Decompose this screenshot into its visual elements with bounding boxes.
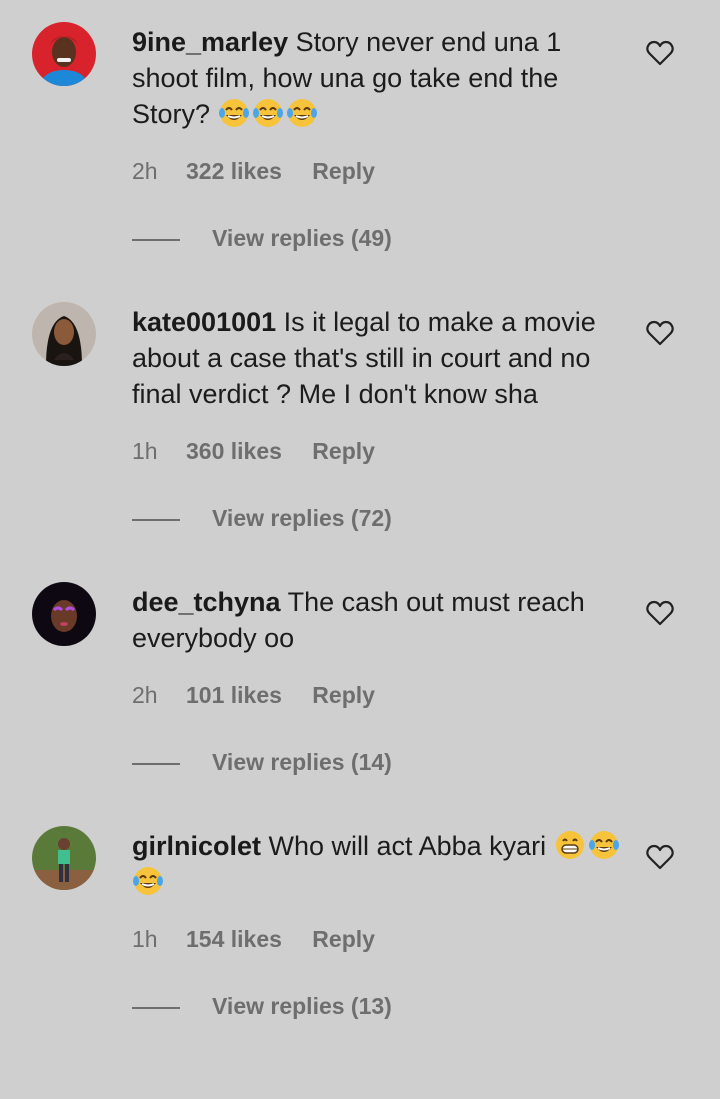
- comment-likes[interactable]: 322 likes: [186, 158, 282, 185]
- comment-username[interactable]: girlnicolet: [132, 831, 261, 861]
- divider-line: [132, 518, 180, 521]
- like-heart-icon[interactable]: [646, 844, 674, 870]
- avatar-image: [32, 22, 96, 86]
- comment-likes[interactable]: 360 likes: [186, 438, 282, 465]
- comment-username[interactable]: kate001001: [132, 307, 276, 337]
- reply-button[interactable]: Reply: [312, 158, 375, 185]
- comment-meta: 2h 322 likes Reply: [132, 158, 375, 185]
- comment-time: 1h: [132, 926, 158, 952]
- comment-text: Who will act Abba kyari: [268, 831, 547, 861]
- comment-username[interactable]: 9ine_marley: [132, 27, 288, 57]
- view-replies-label: View replies (49): [212, 225, 392, 251]
- comment-time: 1h: [132, 438, 158, 464]
- laughing-tears-emoji-icon: [218, 97, 250, 129]
- comment-body: kate001001 Is it legal to make a movie a…: [132, 304, 622, 412]
- comment-meta: 1h 360 likes Reply: [132, 438, 375, 465]
- comment-meta: 1h 154 likes Reply: [132, 926, 375, 953]
- view-replies-button[interactable]: View replies (72): [132, 505, 392, 532]
- like-heart-icon[interactable]: [646, 600, 674, 626]
- view-replies-button[interactable]: View replies (49): [132, 225, 392, 252]
- view-replies-label: View replies (14): [212, 749, 392, 775]
- divider-line: [132, 1006, 180, 1009]
- laughing-tears-emoji-icon: [252, 97, 284, 129]
- view-replies-button[interactable]: View replies (14): [132, 749, 392, 776]
- avatar[interactable]: [32, 826, 96, 890]
- like-heart-icon[interactable]: [646, 40, 674, 66]
- reply-button[interactable]: Reply: [312, 926, 375, 953]
- comment-likes[interactable]: 154 likes: [186, 926, 282, 953]
- avatar-image: [32, 302, 96, 366]
- avatar-image: [32, 826, 96, 890]
- comment-time: 2h: [132, 682, 158, 708]
- avatar[interactable]: [32, 302, 96, 366]
- reply-button[interactable]: Reply: [312, 682, 375, 709]
- view-replies-label: View replies (13): [212, 993, 392, 1019]
- divider-line: [132, 762, 180, 765]
- avatar[interactable]: [32, 582, 96, 646]
- divider-line: [132, 238, 180, 241]
- reply-button[interactable]: Reply: [312, 438, 375, 465]
- laughing-tears-emoji-icon: [286, 97, 318, 129]
- comment-body: dee_tchyna The cash out must reach every…: [132, 584, 622, 656]
- comment-meta: 2h 101 likes Reply: [132, 682, 375, 709]
- comment-username[interactable]: dee_tchyna: [132, 587, 281, 617]
- avatar[interactable]: [32, 22, 96, 86]
- comment-body: 9ine_marley Story never end una 1 shoot …: [132, 24, 622, 132]
- view-replies-button[interactable]: View replies (13): [132, 993, 392, 1020]
- comment-body: girlnicolet Who will act Abba kyari: [132, 828, 622, 900]
- like-heart-icon[interactable]: [646, 320, 674, 346]
- grinning-emoji-icon: [554, 829, 586, 861]
- avatar-image: [32, 582, 96, 646]
- comment-likes[interactable]: 101 likes: [186, 682, 282, 709]
- view-replies-label: View replies (72): [212, 505, 392, 531]
- laughing-tears-emoji-icon: [132, 865, 164, 897]
- comment-time: 2h: [132, 158, 158, 184]
- laughing-tears-emoji-icon: [588, 829, 620, 861]
